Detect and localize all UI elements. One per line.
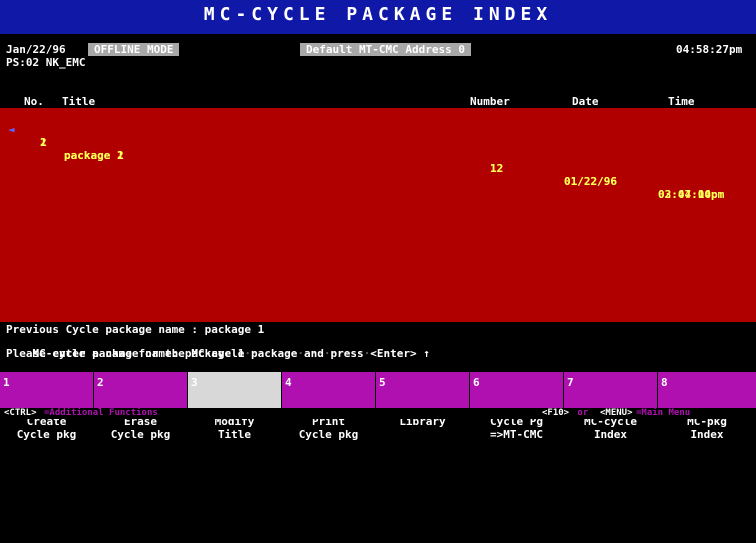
menu-key-hint: <MENU> <box>600 408 633 418</box>
row-no: 2 <box>40 136 47 149</box>
table-row[interactable]: 2 package 2 12 01/22/96 02:44:14pm <box>0 123 756 201</box>
f3-modify-title-button[interactable]: 3 Modify Title <box>188 372 281 441</box>
address-badge: Default MT-CMC Address 0 <box>300 43 471 56</box>
f7-mc-cycle-index-button[interactable]: 7 MC-cycle Index <box>564 372 657 441</box>
table-row[interactable]: ◄ 1 package 1 12 01/22/96 03:07:00pm <box>0 110 756 201</box>
f1-create-button[interactable]: 1 Create Cycle pkg <box>0 372 93 441</box>
package-table: ◄ 1 package 1 12 01/22/96 03:07:00pm 2 p… <box>0 108 756 322</box>
col-header-no: No. <box>24 95 44 108</box>
f6-cycle-pg-send-button[interactable]: 6 Cycle Pg =>MT-CMC <box>470 372 563 441</box>
col-header-title: Title <box>62 95 96 108</box>
row-time: 02:44:14pm <box>658 188 725 201</box>
f10-key-hint: <F10> <box>542 408 570 418</box>
f8-mc-pkg-index-button[interactable]: 8 MC-pkg Index <box>658 372 756 441</box>
status-time: 04:58:27pm <box>676 43 743 56</box>
col-header-number: Number <box>470 95 510 108</box>
prompt-area: Previous Cycle package name : package 1 … <box>0 322 756 370</box>
ps-label: PS:02 NK_EMC <box>6 56 86 69</box>
status-date: Jan/22/96 <box>6 43 66 56</box>
f2-erase-button[interactable]: 2 Erase Cycle pkg <box>94 372 187 441</box>
row-title: package 2 <box>64 149 124 162</box>
col-header-date: Date <box>572 95 599 108</box>
f5-library-button[interactable]: 5 Library <box>376 372 469 428</box>
screen-title: MC-CYCLE PACKAGE INDEX <box>203 4 553 25</box>
previous-package-label: Previous Cycle package name : package 1 <box>6 323 265 336</box>
function-key-bar: 1 Create Cycle pkg 2 Erase Cycle pkg 3 Mod… <box>0 372 756 441</box>
f4-print-button[interactable]: 4 Print Cycle pkg <box>282 372 375 441</box>
row-date: 01/22/96 <box>564 175 617 188</box>
row-number: 12 <box>490 162 504 175</box>
instruction-text: Please enter a name for the MC-cycle pac… <box>6 347 430 360</box>
or-text: or <box>572 408 594 418</box>
ctrl-key-hint: <CTRL> <box>4 408 37 418</box>
col-header-time: Time <box>668 95 695 108</box>
hint-bar: <CTRL> =Additional Functions <F10> or <M… <box>0 408 756 419</box>
ctrl-hint-text: =Additional Functions <box>44 408 158 418</box>
menu-hint-text: =Main Menu <box>636 408 691 418</box>
mode-badge: OFFLINE MODE <box>88 43 180 56</box>
